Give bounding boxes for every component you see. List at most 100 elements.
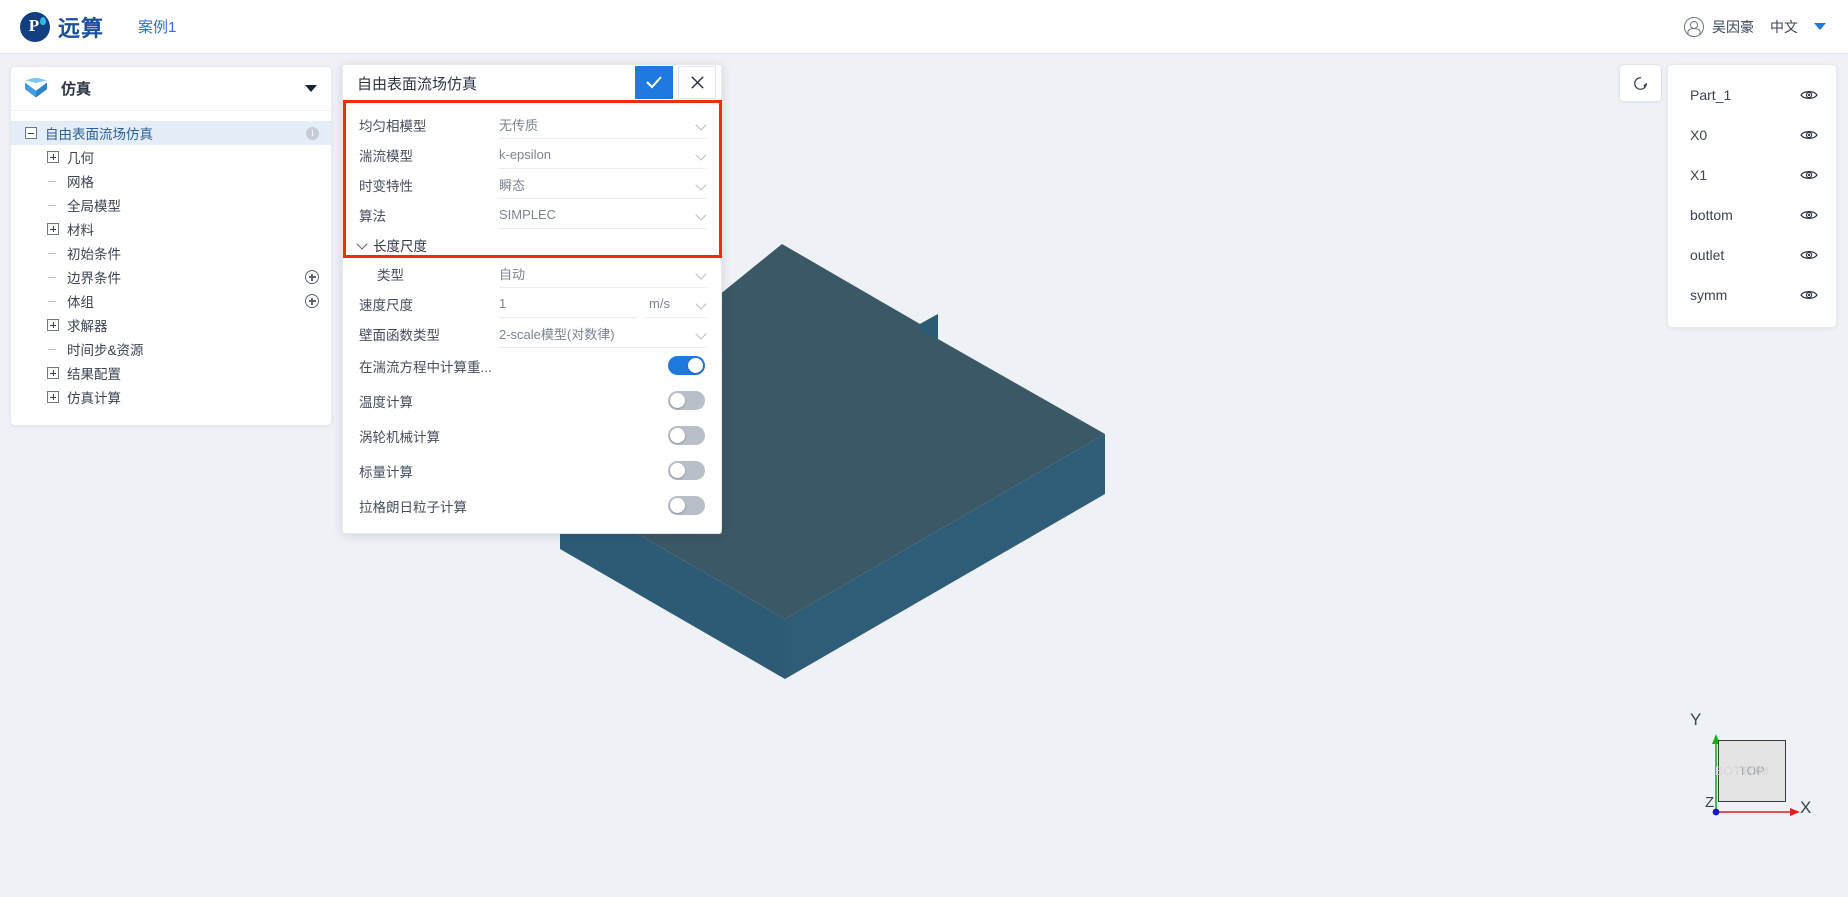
eye-visibility-icon[interactable] <box>1800 169 1818 181</box>
nav-cube-top-face[interactable]: BOTTOM TOP <box>1715 740 1786 802</box>
tree-item-label: 网格 <box>67 175 94 190</box>
tree-branch-icon <box>47 295 59 307</box>
part-name: outlet <box>1690 247 1725 263</box>
chevron-down-icon[interactable] <box>696 149 707 160</box>
toggle-label: 在湍流方程中计算重... <box>359 359 492 375</box>
collapsible-group-header[interactable]: 长度尺度 <box>343 232 721 258</box>
dropdown-select[interactable]: SIMPLEC <box>499 200 707 229</box>
group-title: 长度尺度 <box>373 239 427 254</box>
user-menu[interactable]: 吴因豪 <box>1684 16 1754 37</box>
part-name: Part_1 <box>1690 87 1732 103</box>
tree-panel-card: 仿真 自由表面流场仿真 i 几何网格全局模型材料 初始条件边界条件体组 求解器 时间步&资… <box>10 66 332 426</box>
part-row[interactable]: Part_1 <box>1668 75 1836 115</box>
field-row: 时变特性 瞬态 <box>343 170 721 199</box>
field-label: 时变特性 <box>359 178 413 194</box>
tree-item-11[interactable]: 仿真计算 <box>11 385 331 409</box>
expand-icon[interactable] <box>47 367 59 379</box>
toggle-row: 标量计算 <box>343 453 721 488</box>
field-label: 算法 <box>359 208 386 224</box>
app-root: P 远算 案例1 吴因豪 中文 仿真 自由表面流场仿真 i 几何 网格 全局模型… <box>0 0 1848 897</box>
dropdown-select[interactable]: 自动 <box>499 259 707 288</box>
tree-item-3[interactable]: 全局模型 <box>11 193 331 217</box>
tree-item-label: 边界条件 <box>67 271 121 286</box>
expand-icon[interactable] <box>47 223 59 235</box>
dropdown-select[interactable]: 无传质 <box>499 110 707 139</box>
close-icon <box>690 75 704 89</box>
eye-visibility-icon[interactable] <box>1800 209 1818 221</box>
part-name: bottom <box>1690 207 1733 223</box>
toggle-switch[interactable] <box>668 391 705 410</box>
tree-item-4[interactable]: 材料 <box>11 217 331 241</box>
dialog-header: 自由表面流场仿真 <box>343 65 721 103</box>
part-row[interactable]: outlet <box>1668 235 1836 275</box>
chevron-down-icon[interactable] <box>696 179 707 190</box>
dialog-title: 自由表面流场仿真 <box>357 76 478 93</box>
toggle-row: 温度计算 <box>343 383 721 418</box>
tree-item-2[interactable]: 网格 <box>11 169 331 193</box>
chevron-down-icon[interactable] <box>696 328 707 339</box>
tree-item-6[interactable]: 边界条件 <box>11 265 331 289</box>
tree-item-0[interactable]: 自由表面流场仿真 i <box>11 121 331 145</box>
chevron-down-icon[interactable] <box>1814 23 1826 30</box>
toggle-switch[interactable] <box>668 426 705 445</box>
chevron-down-icon[interactable] <box>696 268 707 279</box>
field-value: k-epsilon <box>499 146 552 162</box>
field-label: 速度尺度 <box>359 297 413 313</box>
toggle-switch[interactable] <box>668 496 705 515</box>
toggle-switch[interactable] <box>668 356 705 375</box>
field-value: 自动 <box>499 266 526 282</box>
toggle-knob <box>670 498 685 513</box>
expand-icon[interactable] <box>47 319 59 331</box>
dropdown-select[interactable]: 瞬态 <box>499 170 707 199</box>
chevron-down-icon[interactable] <box>696 298 707 309</box>
tree-branch-icon <box>47 199 59 211</box>
toggle-switch[interactable] <box>668 461 705 480</box>
expand-icon[interactable] <box>47 151 59 163</box>
tree-item-label: 自由表面流场仿真 <box>45 127 153 142</box>
dropdown-select[interactable]: k-epsilon <box>499 140 707 169</box>
eye-visibility-icon[interactable] <box>1800 249 1818 261</box>
add-item-icon[interactable] <box>305 270 319 284</box>
expand-icon[interactable] <box>47 391 59 403</box>
case-name-link[interactable]: 案例1 <box>138 16 176 37</box>
tree-item-9[interactable]: 时间步&资源 <box>11 337 331 361</box>
reset-view-button[interactable] <box>1619 64 1662 102</box>
chevron-down-icon[interactable] <box>696 209 707 220</box>
tree-item-1[interactable]: 几何 <box>11 145 331 169</box>
eye-visibility-icon[interactable] <box>1800 129 1818 141</box>
field-row: 速度尺度 1 m/s <box>343 289 721 318</box>
unit-select[interactable]: m/s <box>645 289 707 318</box>
collapse-icon[interactable] <box>25 127 37 139</box>
field-value: SIMPLEC <box>499 206 557 222</box>
tree-item-5[interactable]: 初始条件 <box>11 241 331 265</box>
tree-item-10[interactable]: 结果配置 <box>11 361 331 385</box>
field-row: 均匀相模型 无传质 <box>343 110 721 139</box>
brand-logo[interactable]: P 远算 <box>20 11 104 43</box>
part-row[interactable]: X1 <box>1668 155 1836 195</box>
dialog-close-button[interactable] <box>678 65 716 99</box>
tree-branch-icon <box>47 271 59 283</box>
tree-item-8[interactable]: 求解器 <box>11 313 331 337</box>
value-unit-group: 1 m/s <box>499 289 707 318</box>
chevron-down-icon[interactable] <box>305 85 317 92</box>
field-value: 无传质 <box>499 117 539 133</box>
part-row[interactable]: symm <box>1668 275 1836 315</box>
eye-visibility-icon[interactable] <box>1800 89 1818 101</box>
eye-visibility-icon[interactable] <box>1800 289 1818 301</box>
tree-item-label: 全局模型 <box>67 199 121 214</box>
part-name: symm <box>1690 287 1728 303</box>
chevron-down-icon[interactable] <box>357 240 367 250</box>
chevron-down-icon[interactable] <box>696 119 707 130</box>
orientation-triad[interactable]: Y X Z BOTTOM TOP <box>1690 710 1820 836</box>
language-selector[interactable]: 中文 <box>1770 17 1798 37</box>
dialog-confirm-button[interactable] <box>635 65 673 99</box>
part-row[interactable]: X0 <box>1668 115 1836 155</box>
part-row[interactable]: bottom <box>1668 195 1836 235</box>
info-icon[interactable]: i <box>306 126 319 140</box>
add-item-icon[interactable] <box>305 294 319 308</box>
numeric-input[interactable]: 1 <box>499 289 637 318</box>
tree-panel-header[interactable]: 仿真 <box>11 67 331 111</box>
tree-branch-icon <box>47 175 59 187</box>
dropdown-select[interactable]: 2-scale模型(对数律) <box>499 319 707 348</box>
tree-item-7[interactable]: 体组 <box>11 289 331 313</box>
